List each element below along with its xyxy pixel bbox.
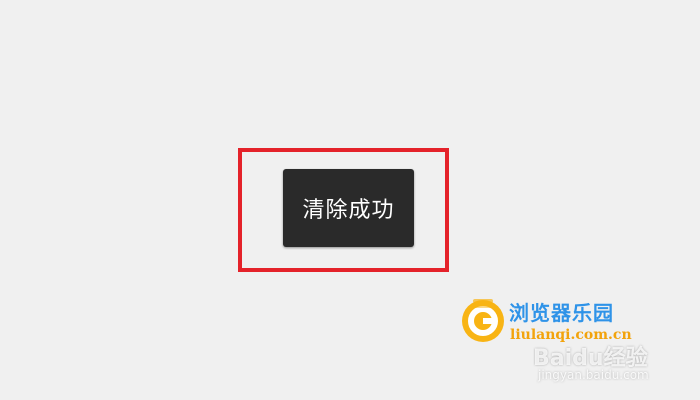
- watermark-site-name: 浏览器乐园: [509, 301, 614, 325]
- toast-notification: 清除成功: [283, 169, 414, 247]
- baidu-url-watermark: jingyan.baidu.com: [538, 368, 649, 382]
- liulanqi-logo-icon: [462, 299, 504, 342]
- toast-message: 清除成功: [302, 198, 395, 223]
